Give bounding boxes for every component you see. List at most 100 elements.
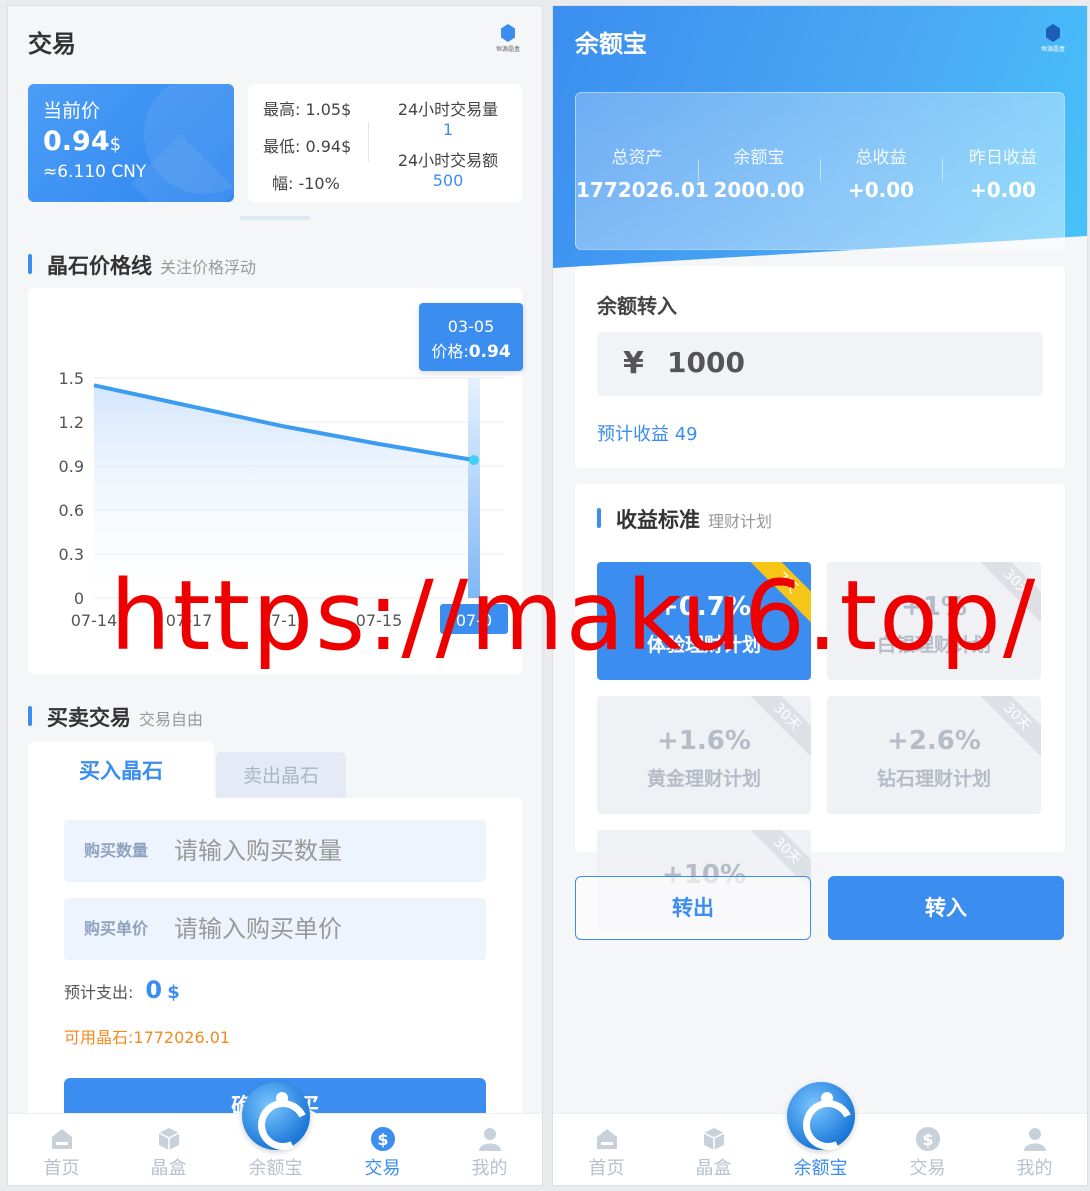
plan-rate: +1.6% xyxy=(657,726,751,756)
tab-cube[interactable]: 晶盒 xyxy=(660,1114,767,1185)
logo-icon xyxy=(241,1082,310,1150)
price-cny: ≈6.110 CNY xyxy=(43,162,147,182)
balance-screen: 余额宝 恒源晶盒 总资产 1772026.01 余额宝 2000.00 总收益 +0.… xyxy=(552,5,1088,1186)
amount-value: 500 xyxy=(432,171,464,190)
estimated-cost: 预计支出: 0 $ xyxy=(64,976,180,1004)
plan-rate: +2.6% xyxy=(887,726,981,756)
current-price-label: 当前价 xyxy=(43,100,101,122)
x-tick-label: 07-17 xyxy=(166,611,213,630)
plans-card: 收益标准 理财计划 7天 +0.7% 体验理财计划 30天 +1% 白银理财计划 30天 +1.… xyxy=(575,484,1065,930)
transfer-out-button[interactable]: 转出 xyxy=(575,876,811,940)
plan-name: 体验理财计划 xyxy=(646,634,761,656)
x-tick-label: 07-12 xyxy=(261,611,308,630)
svg-text:$: $ xyxy=(922,1130,933,1149)
asset-yesterday-income: 昨日收益 +0.00 xyxy=(969,148,1037,202)
y-tick-label: 0.9 xyxy=(59,457,84,476)
plan-card[interactable]: 30天 +1% 白银理财计划 xyxy=(827,562,1041,680)
tab-logo[interactable]: 余额宝 xyxy=(767,1082,874,1185)
chart-section-title: 晶石价格线 关注价格浮动 xyxy=(28,250,256,280)
tab-logo[interactable]: 余额宝 xyxy=(222,1082,329,1185)
plan-rate: +0.7% xyxy=(657,592,751,622)
user-icon xyxy=(477,1126,503,1152)
hexagon-icon xyxy=(501,24,515,42)
svg-text:$: $ xyxy=(377,1130,388,1149)
bottom-tabbar: 首页 晶盒 余额宝 $ 交易 我的 xyxy=(8,1082,542,1185)
logo-icon xyxy=(786,1082,855,1150)
x-tick-label: 07-15 xyxy=(356,611,403,630)
tab-home[interactable]: 首页 xyxy=(8,1114,115,1185)
user-icon xyxy=(1022,1126,1048,1152)
tab-dollar[interactable]: $ 交易 xyxy=(329,1114,436,1185)
plan-name: 黄金理财计划 xyxy=(646,768,761,790)
unit-price-field: 购买单价 xyxy=(64,898,486,960)
dollar-icon: $ xyxy=(370,1126,396,1152)
quantity-input[interactable] xyxy=(174,828,474,874)
unit-price-input[interactable] xyxy=(174,906,474,952)
plan-card[interactable]: 30天 +2.6% 钻石理财计划 xyxy=(827,696,1041,814)
asset-total-income: 总收益 +0.00 xyxy=(847,148,915,202)
plan-card[interactable]: 30天 +1.6% 黄金理财计划 xyxy=(597,696,811,814)
trade-section-title: 买卖交易 交易自由 xyxy=(28,702,203,732)
home-icon xyxy=(49,1126,75,1152)
plan-name: 白银理财计划 xyxy=(876,634,991,656)
asset-total: 总资产 1772026.01 xyxy=(576,148,709,202)
volume-label: 24小时交易量 xyxy=(397,100,499,119)
trade-screen: 交易 恒源晶盒 当前价 0.94$ ≈6.110 CNY 最高: 1.05$ 最… xyxy=(7,5,543,1186)
tab-label: 我的 xyxy=(1016,1158,1053,1179)
tab-user[interactable]: 我的 xyxy=(981,1114,1087,1185)
current-price-card: 当前价 0.94$ ≈6.110 CNY xyxy=(28,84,234,202)
high-price: 最高: 1.05$ xyxy=(263,100,352,119)
price-stats-card: 最高: 1.05$ 最低: 0.94$ 幅: -10% 24小时交易量 1 24… xyxy=(248,84,522,202)
tab-label: 交易 xyxy=(364,1158,401,1179)
y-tick-label: 1.2 xyxy=(59,413,84,432)
bottom-tabbar: 首页 晶盒 余额宝 $ 交易 我的 xyxy=(553,1082,1087,1185)
tab-home[interactable]: 首页 xyxy=(553,1114,660,1185)
y-tick-label: 0 xyxy=(74,589,84,608)
page-title: 余额宝 xyxy=(575,30,647,58)
tab-buy[interactable]: 买入晶石 xyxy=(28,742,214,800)
page-title: 交易 xyxy=(28,30,76,58)
yen-icon: ¥ xyxy=(623,346,644,381)
x-tick-label: 07-0 xyxy=(456,611,492,630)
tab-label: 晶盒 xyxy=(695,1158,732,1179)
scroll-indicator xyxy=(240,216,310,220)
assets-summary: 总资产 1772026.01 余额宝 2000.00 总收益 +0.00 昨日收益 +0… xyxy=(575,92,1065,250)
series-area xyxy=(94,385,474,598)
transfer-in-card: 余额转入 ¥ 1000 预计收益 49 xyxy=(575,266,1065,468)
plans-section-title: 收益标准 理财计划 xyxy=(597,504,772,534)
y-tick-label: 0.6 xyxy=(59,501,84,520)
amount-input[interactable]: ¥ 1000 xyxy=(597,332,1043,396)
tab-label: 晶盒 xyxy=(150,1158,187,1179)
plan-name: 钻石理财计划 xyxy=(876,768,991,790)
home-icon xyxy=(594,1126,620,1152)
tab-dollar[interactable]: $ 交易 xyxy=(874,1114,981,1185)
plan-rate: +1% xyxy=(901,592,967,622)
x-tick-label: 07-14 xyxy=(71,611,118,630)
amount-value[interactable]: 1000 xyxy=(667,346,745,379)
plan-card[interactable]: 7天 +0.7% 体验理财计划 xyxy=(597,562,811,680)
quantity-field: 购买数量 xyxy=(64,820,486,882)
price-change: 幅: -10% xyxy=(272,174,340,193)
transfer-in-button[interactable]: 转入 xyxy=(828,876,1064,940)
tab-cube[interactable]: 晶盒 xyxy=(115,1114,222,1185)
cube-icon xyxy=(701,1126,727,1152)
estimated-income: 预计收益 49 xyxy=(597,424,698,445)
tab-sell[interactable]: 卖出晶石 xyxy=(216,752,346,800)
brand-logo: 恒源晶盒 xyxy=(1041,24,1065,56)
tab-label: 交易 xyxy=(909,1158,946,1179)
low-price: 最低: 0.94$ xyxy=(263,137,352,156)
transfer-title: 余额转入 xyxy=(597,294,677,318)
tab-label: 余额宝 xyxy=(793,1158,848,1179)
hexagon-icon xyxy=(1046,24,1060,42)
tab-label: 首页 xyxy=(43,1158,80,1179)
volume-value: 1 xyxy=(442,120,454,139)
current-price-value: 0.94$ xyxy=(43,126,122,157)
amount-label: 24小时交易额 xyxy=(397,151,499,170)
cube-icon xyxy=(156,1126,182,1152)
tab-user[interactable]: 我的 xyxy=(436,1114,542,1185)
tab-label: 余额宝 xyxy=(248,1158,303,1179)
available-balance: 可用晶石:1772026.01 xyxy=(64,1028,231,1047)
trade-panel: 卖出晶石 买入晶石 购买数量 购买单价 预计支出:0 $ 可用晶石:177202… xyxy=(28,742,522,1138)
dollar-icon: $ xyxy=(915,1126,941,1152)
brand-logo: 恒源晶盒 xyxy=(496,24,520,56)
